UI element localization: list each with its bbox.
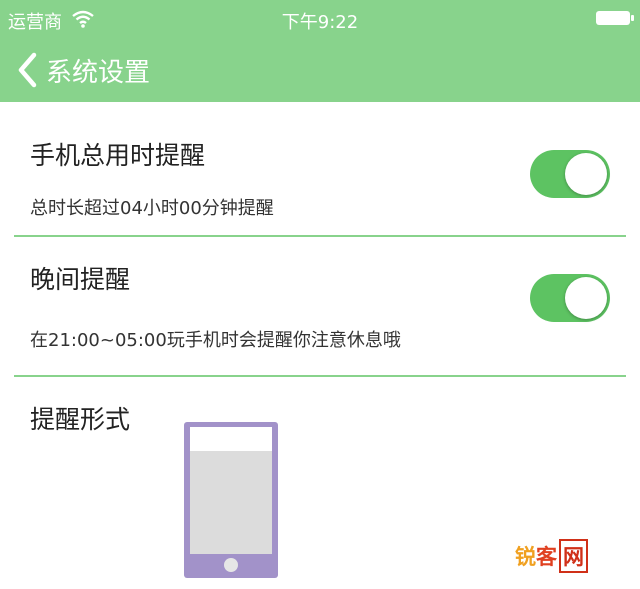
setting-title-night: 晚间提醒: [30, 265, 131, 294]
nav-bar: 系统设置: [0, 44, 640, 96]
page-title: 系统设置: [46, 57, 151, 88]
toggle-night[interactable]: [530, 274, 610, 322]
watermark-char: 客: [536, 545, 557, 569]
watermark-char: 网: [559, 539, 588, 573]
phone-home-button: [224, 558, 238, 572]
setting-subtitle-total-usage: 总时长超过04小时00分钟提醒: [30, 198, 274, 219]
status-bar: 运营商 下午9:22: [0, 0, 640, 38]
toggle-knob: [565, 153, 607, 195]
chevron-left-icon: [14, 50, 42, 90]
watermark-char: 锐: [515, 545, 536, 569]
watermark-logo: 锐 客 网: [515, 539, 588, 573]
divider: [14, 235, 626, 237]
toggle-knob: [565, 277, 607, 319]
battery-icon: [596, 11, 634, 25]
header: 运营商 下午9:22 系统设置: [0, 0, 640, 102]
phone-notification-bar: [190, 427, 272, 451]
status-time: 下午9:22: [281, 12, 359, 33]
reminder-style-option-phone[interactable]: [184, 422, 278, 578]
setting-subtitle-night: 在21:00~05:00玩手机时会提醒你注意休息哦: [30, 330, 401, 351]
setting-title-total-usage: 手机总用时提醒: [30, 141, 206, 170]
back-button[interactable]: 系统设置: [14, 50, 150, 90]
toggle-total-usage[interactable]: [530, 150, 610, 198]
divider: [14, 375, 626, 377]
phone-screen: [190, 427, 272, 554]
setting-title-reminder-style: 提醒形式: [30, 405, 131, 434]
